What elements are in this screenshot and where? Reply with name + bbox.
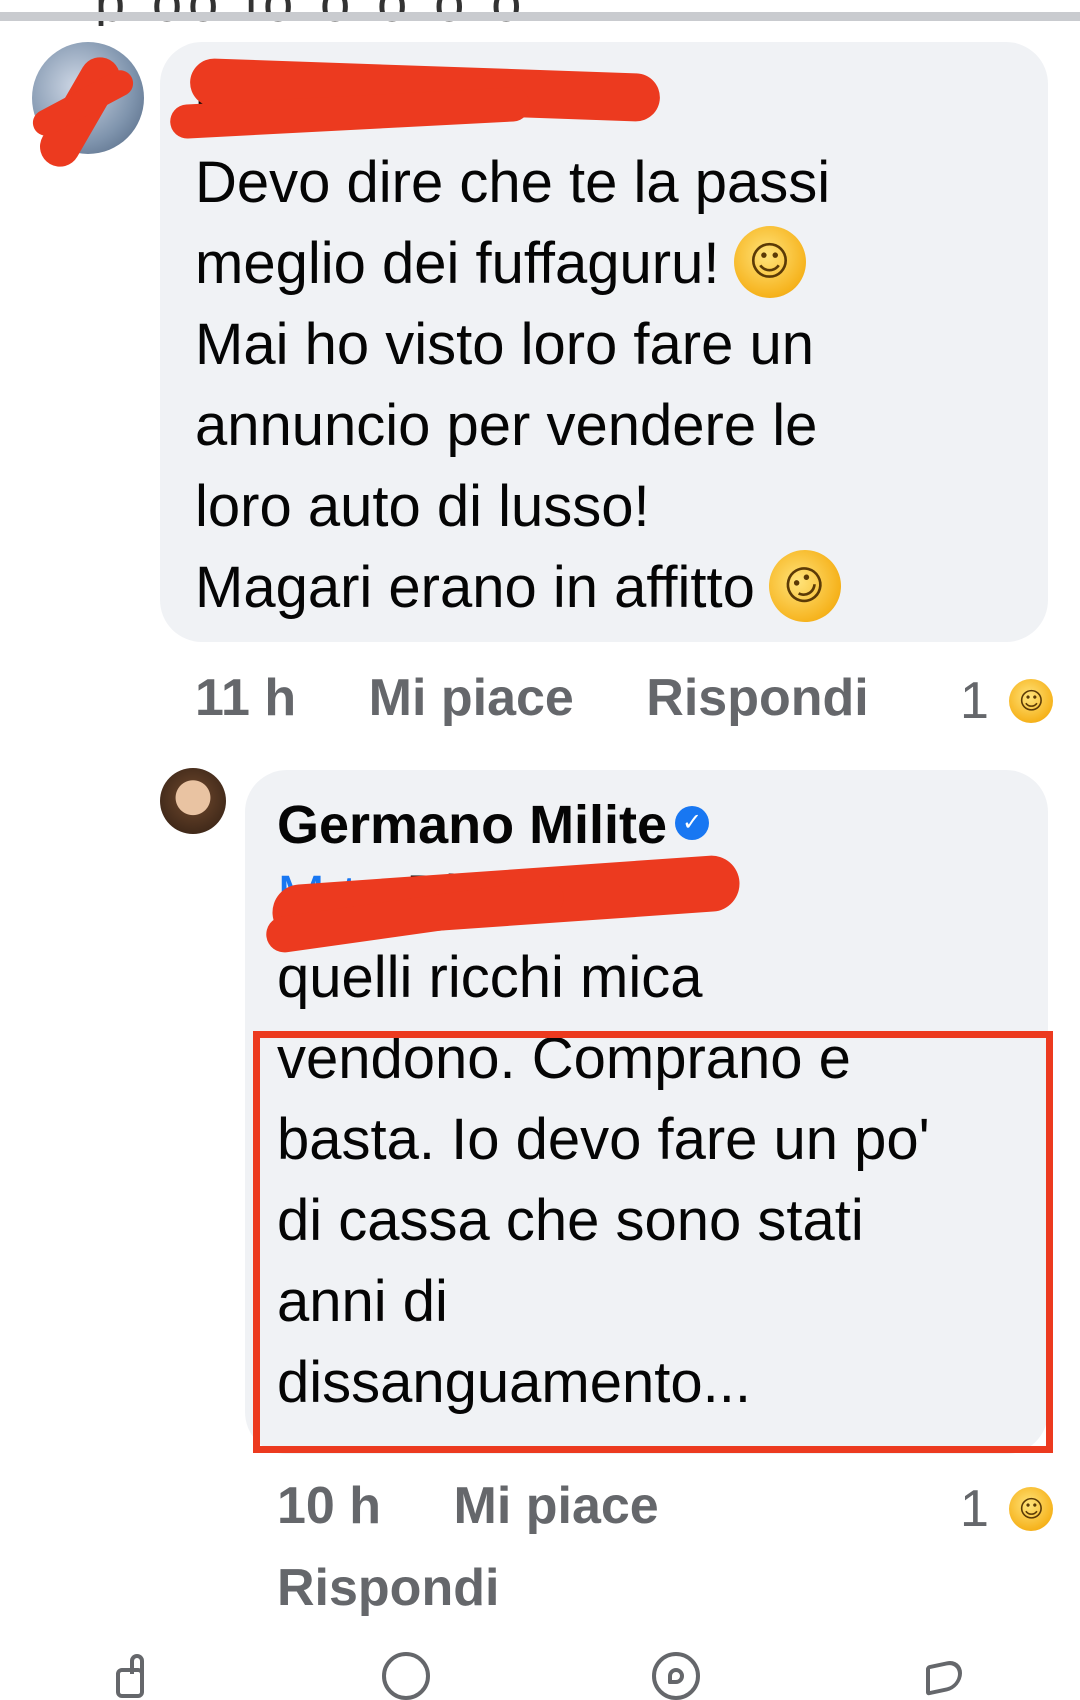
comment-line: Magari erano in affitto ☺ [195, 536, 1035, 635]
like-button[interactable]: Mi piace [369, 668, 574, 728]
post-action-bar [0, 1640, 1080, 1700]
comment-line: loro auto di lusso! [195, 474, 650, 539]
reaction-summary[interactable]: 1 ☺ [960, 1476, 1054, 1539]
rofl-emoji-icon: ☺ [755, 536, 855, 635]
haha-reaction-icon: ☺ [1009, 1487, 1054, 1532]
highlight-annotation [253, 1031, 1053, 1453]
reaction-count: 1 [960, 672, 989, 731]
haha-reaction-icon: ☺ [1009, 679, 1054, 724]
comment-actions: 11 h Mi piace Rispondi [195, 668, 869, 728]
comment-line: meglio dei fuffaguru! ☺ [195, 223, 1035, 304]
comment-line: quelli ricchi mica [277, 945, 703, 1010]
comment-time: 10 h [277, 1477, 382, 1535]
commenter-avatar[interactable] [160, 768, 226, 834]
comment-line: Mai ho visto loro fare un [195, 312, 814, 377]
comment-time: 11 h [195, 669, 297, 727]
comment-line: Devo dire che te la passi [195, 150, 831, 215]
like-button[interactable]: Mi piace [454, 1476, 659, 1536]
comment-author[interactable]: Germano Milite ✓ [277, 794, 710, 856]
comment-actions: 10 h Mi piace [277, 1476, 659, 1536]
reply-button[interactable]: Rispondi [646, 668, 868, 728]
reaction-summary[interactable]: 1 ☺ [960, 668, 1054, 731]
divider [0, 12, 1080, 21]
grinning-emoji-icon: ☺ [733, 225, 806, 298]
comment-line: annuncio per vendere le [195, 393, 818, 458]
reply-button[interactable]: Rispondi [277, 1558, 499, 1618]
previous-post-edge: p oo lo o o o o [0, 0, 1080, 26]
reaction-count: 1 [960, 1480, 989, 1539]
comment-text: Devo dire che te la passi meglio dei fuf… [195, 142, 1035, 635]
verified-badge-icon: ✓ [675, 805, 710, 840]
